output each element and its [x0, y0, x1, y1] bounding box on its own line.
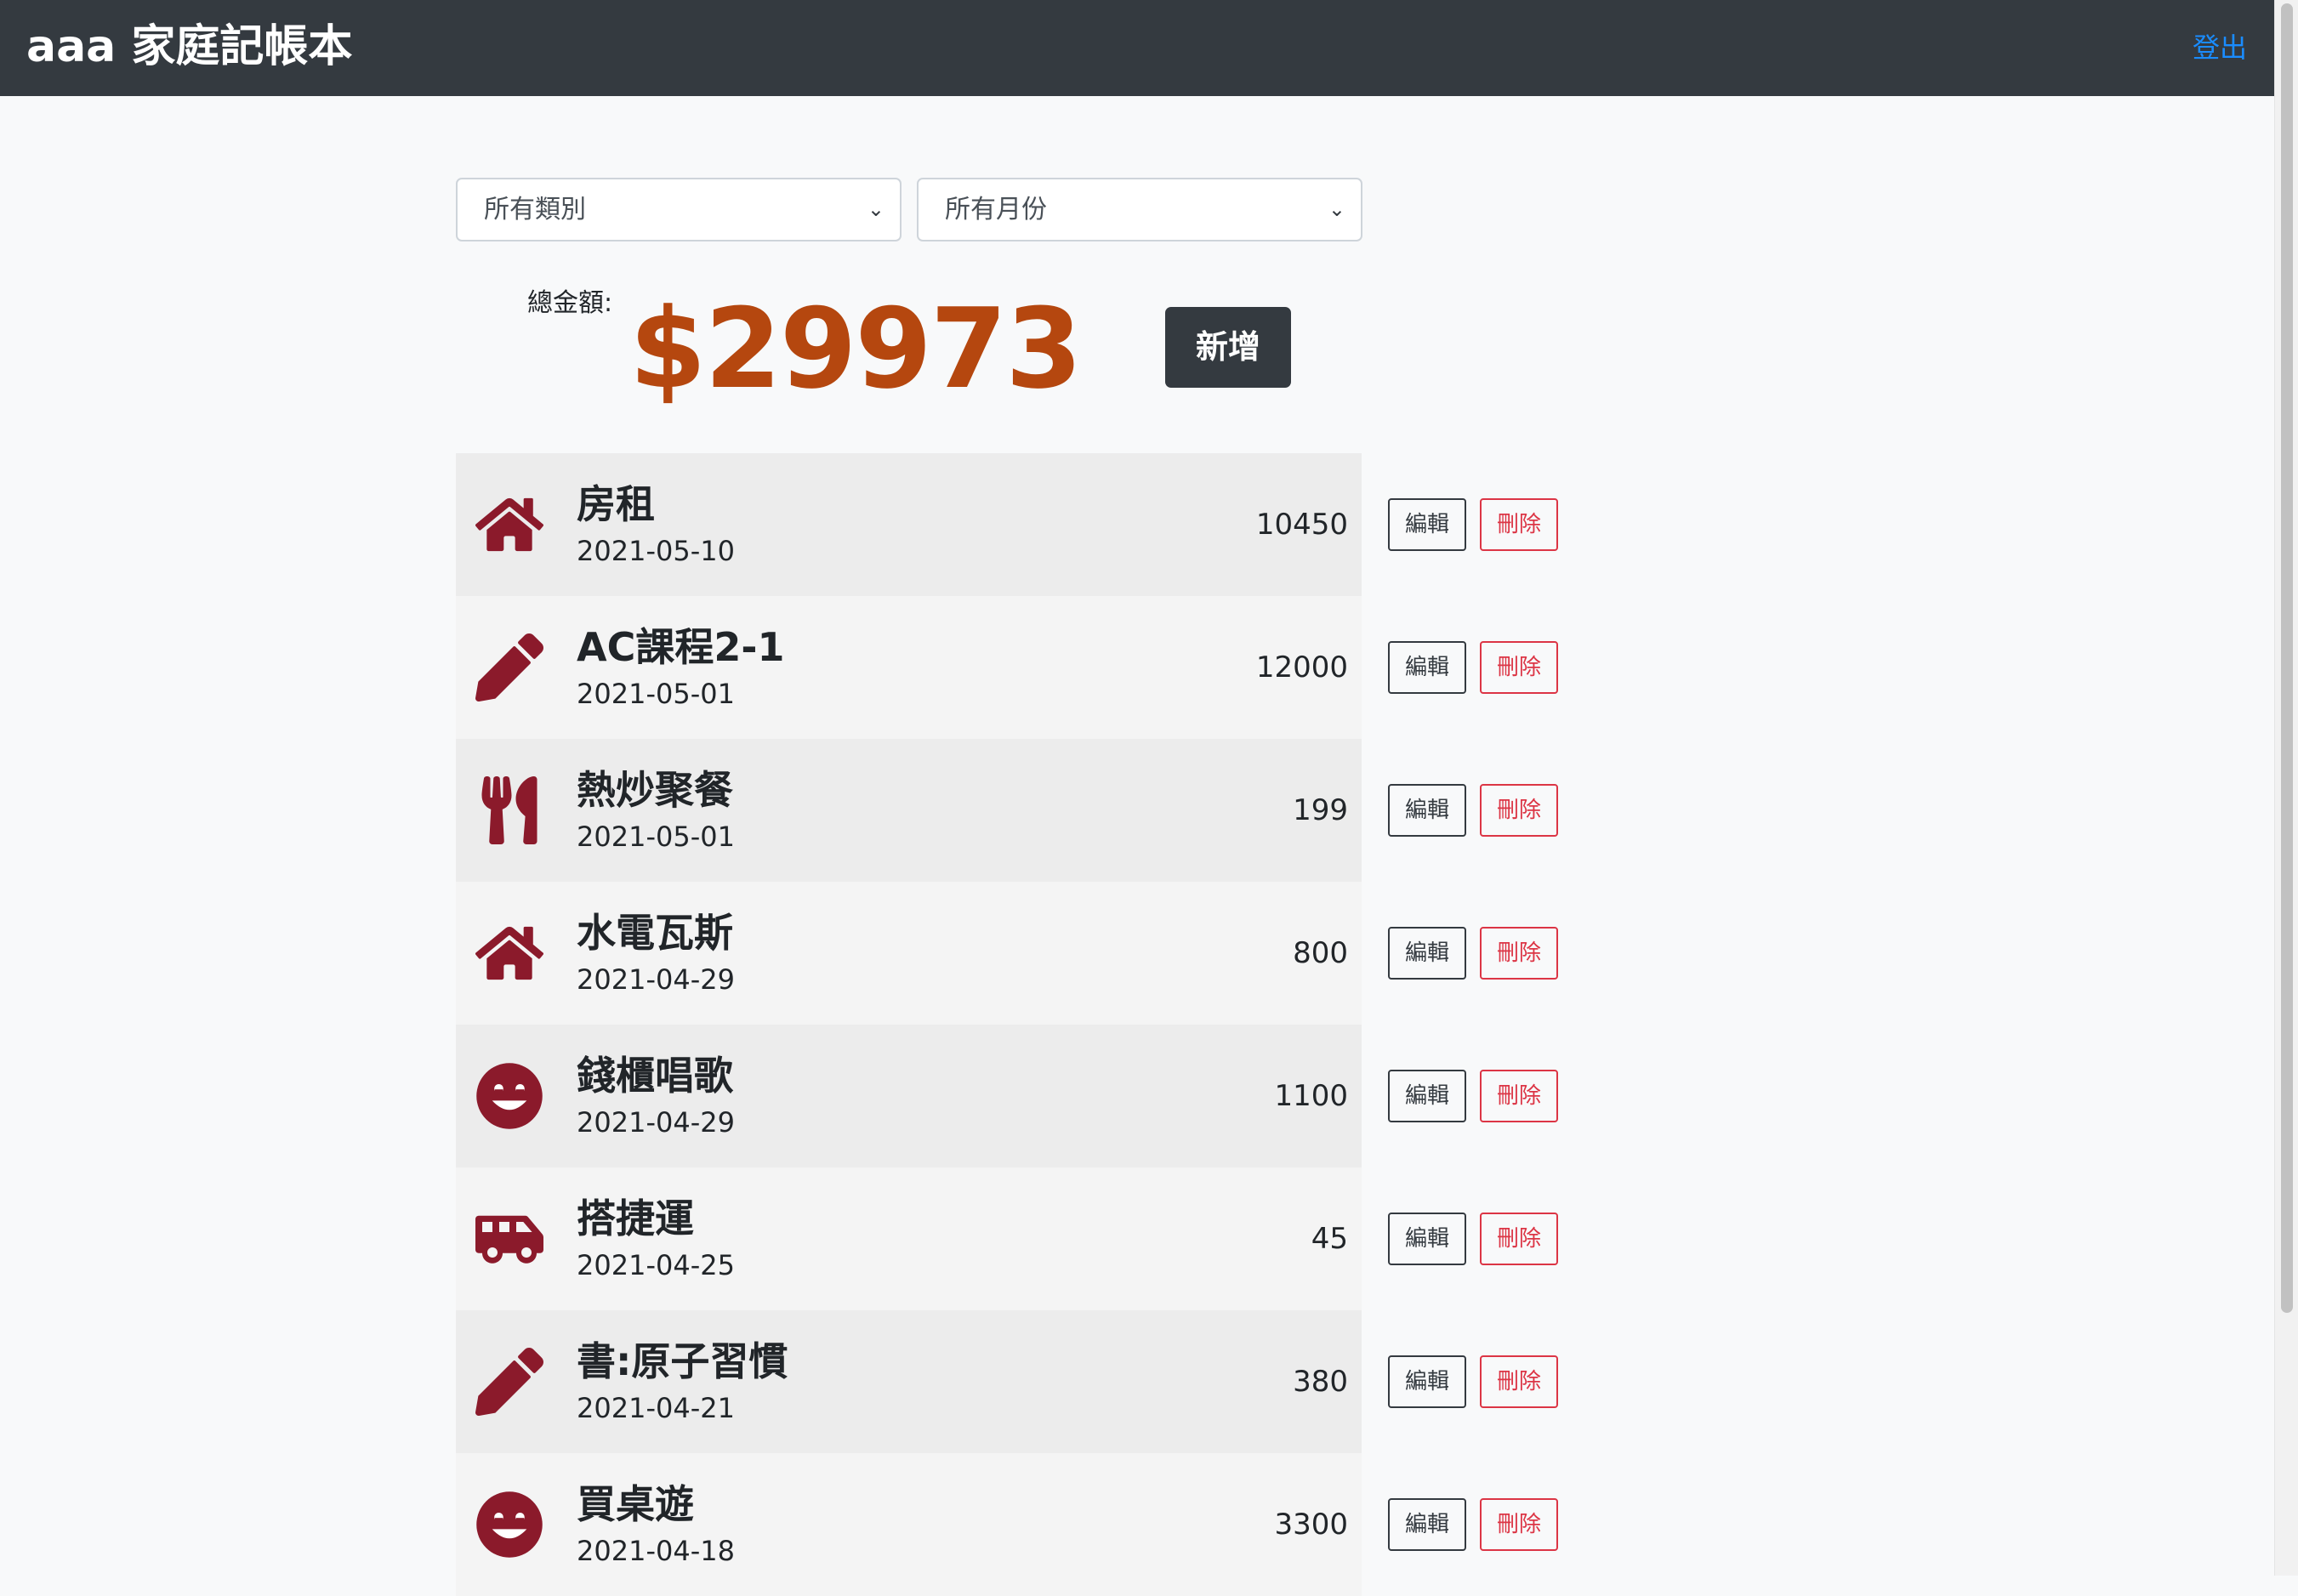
record-name: 水電瓦斯: [577, 910, 733, 956]
record-row: 水電瓦斯 2021-04-29 800 編輯 刪除: [456, 882, 1558, 1025]
record-amount: 10450: [1255, 508, 1348, 542]
smile-icon: [475, 1491, 543, 1559]
edit-button[interactable]: 編輯: [1388, 927, 1466, 980]
record-date: 2021-05-01: [577, 678, 735, 710]
home-icon: [475, 491, 543, 559]
record-amount: 45: [1311, 1222, 1348, 1256]
record-name: 房租: [577, 481, 655, 527]
record-row: 搭捷運 2021-04-25 45 編輯 刪除: [456, 1167, 1558, 1310]
month-filter-value: 所有月份: [945, 195, 1047, 224]
app-title[interactable]: aaa 家庭記帳本: [26, 20, 352, 74]
edit-button[interactable]: 編輯: [1388, 641, 1466, 694]
chevron-down-icon: ⌄: [1328, 197, 1345, 221]
record-name: 買桌遊: [577, 1481, 694, 1527]
record-name: AC課程2-1: [577, 624, 785, 670]
edit-button[interactable]: 編輯: [1388, 1498, 1466, 1551]
record-date: 2021-04-29: [577, 963, 735, 996]
record-name: 搭捷運: [577, 1196, 694, 1241]
edit-button[interactable]: 編輯: [1388, 498, 1466, 551]
delete-button[interactable]: 刪除: [1480, 1498, 1558, 1551]
record-row: 房租 2021-05-10 10450 編輯 刪除: [456, 453, 1558, 596]
edit-button[interactable]: 編輯: [1388, 1355, 1466, 1408]
delete-button[interactable]: 刪除: [1480, 1355, 1558, 1408]
record-name: 書:原子習慣: [577, 1338, 788, 1384]
scrollbar[interactable]: [2274, 0, 2298, 1576]
home-icon: [475, 919, 543, 987]
utensils-icon: [475, 776, 543, 844]
record-row: 書:原子習慣 2021-04-21 380 編輯 刪除: [456, 1310, 1558, 1453]
scrollbar-thumb[interactable]: [2281, 3, 2293, 1313]
category-filter-value: 所有類別: [484, 195, 586, 224]
logout-link[interactable]: 登出: [2193, 29, 2247, 66]
record-row: 買桌遊 2021-04-18 3300 編輯 刪除: [456, 1453, 1558, 1596]
edit-button[interactable]: 編輯: [1388, 1070, 1466, 1122]
record-amount: 1100: [1274, 1079, 1348, 1113]
record-list: 房租 2021-05-10 10450 編輯 刪除 AC課程2-1 2021-05-01 12…: [456, 453, 1558, 1596]
record-date: 2021-04-21: [577, 1392, 735, 1424]
record-amount: 199: [1293, 793, 1348, 827]
smile-icon: [475, 1062, 543, 1130]
month-filter-select[interactable]: 所有月份 ⌄: [917, 178, 1362, 241]
delete-button[interactable]: 刪除: [1480, 498, 1558, 551]
record-amount: 3300: [1274, 1508, 1348, 1542]
delete-button[interactable]: 刪除: [1480, 1213, 1558, 1265]
edit-button[interactable]: 編輯: [1388, 1213, 1466, 1265]
pencil-icon: [475, 633, 543, 701]
record-amount: 800: [1293, 936, 1348, 970]
record-date: 2021-04-29: [577, 1106, 735, 1139]
record-date: 2021-04-18: [577, 1535, 735, 1567]
total-label: 總金額:: [527, 288, 613, 318]
record-row: 熱炒聚餐 2021-05-01 199 編輯 刪除: [456, 739, 1558, 882]
record-amount: 12000: [1255, 650, 1348, 684]
record-date: 2021-05-10: [577, 535, 735, 567]
total-amount: $29973: [629, 284, 1083, 413]
navbar: aaa 家庭記帳本 登出: [0, 0, 2274, 96]
delete-button[interactable]: 刪除: [1480, 927, 1558, 980]
delete-button[interactable]: 刪除: [1480, 641, 1558, 694]
delete-button[interactable]: 刪除: [1480, 784, 1558, 837]
category-filter-select[interactable]: 所有類別 ⌄: [456, 178, 902, 241]
record-row: AC課程2-1 2021-05-01 12000 編輯 刪除: [456, 596, 1558, 739]
edit-button[interactable]: 編輯: [1388, 784, 1466, 837]
shuttle-van-icon: [475, 1205, 543, 1273]
record-row: 錢櫃唱歌 2021-04-29 1100 編輯 刪除: [456, 1025, 1558, 1167]
delete-button[interactable]: 刪除: [1480, 1070, 1558, 1122]
record-date: 2021-04-25: [577, 1249, 735, 1281]
record-name: 錢櫃唱歌: [577, 1053, 733, 1099]
add-record-button[interactable]: 新增: [1165, 307, 1291, 388]
pencil-icon: [475, 1348, 543, 1416]
record-name: 熱炒聚餐: [577, 767, 733, 813]
record-amount: 380: [1293, 1365, 1348, 1399]
chevron-down-icon: ⌄: [867, 197, 885, 221]
record-date: 2021-05-01: [577, 821, 735, 853]
